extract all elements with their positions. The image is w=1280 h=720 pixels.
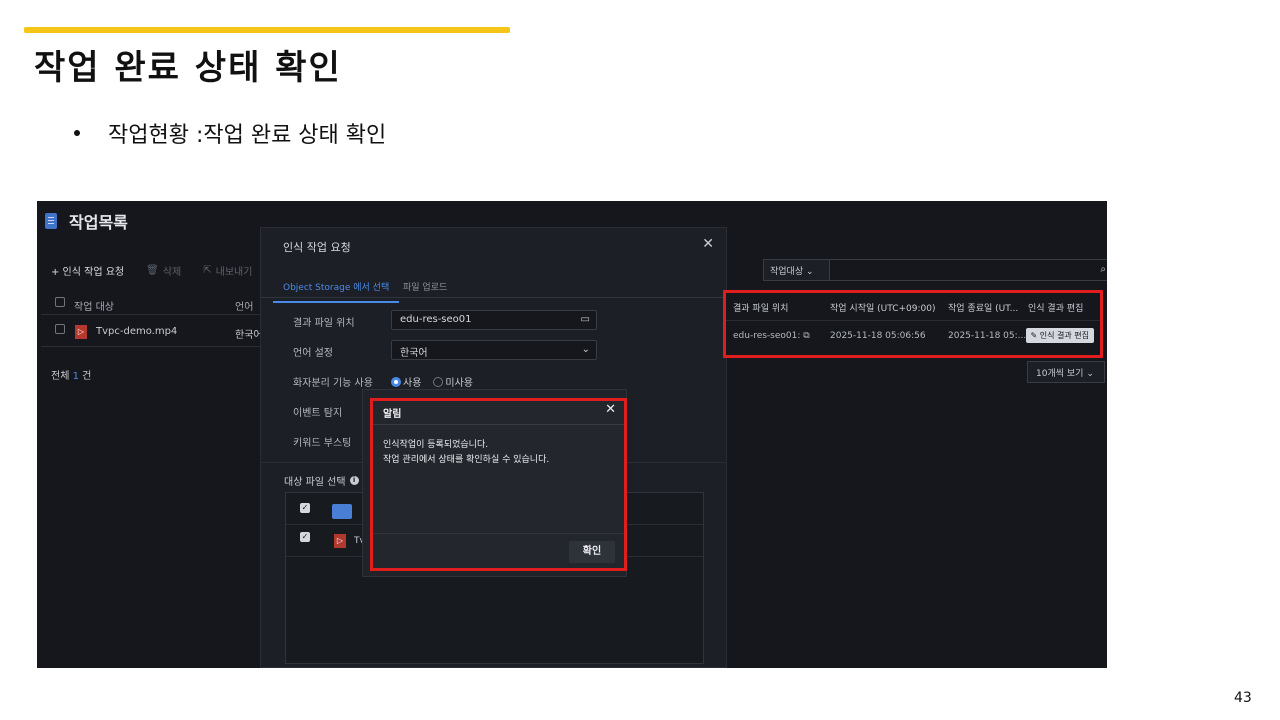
table-row[interactable]: ▷ Tvpc-demo.mp4 한국어 bbox=[41, 319, 267, 347]
result-location-label: 결과 파일 위치 bbox=[293, 318, 355, 329]
bullet-text: 작업현황 :작업 완료 상태 확인 bbox=[108, 123, 387, 148]
confirm-button[interactable]: 확인 bbox=[569, 541, 615, 563]
alert-title: 알림 bbox=[383, 409, 402, 420]
export-icon: ⇱ bbox=[203, 265, 212, 276]
search-scope-value: 작업대상 bbox=[770, 267, 804, 277]
close-icon[interactable]: ✕ bbox=[605, 402, 616, 417]
column-header-end-date: 작업 종료일 (UT... bbox=[948, 304, 1019, 314]
language-value: 한국어 bbox=[400, 348, 428, 359]
alert-message-line1: 인식작업이 등록되었습니다. bbox=[383, 440, 489, 450]
page-title-group: 작업목록 bbox=[45, 209, 128, 233]
table-row[interactable]: edu-res-seo01: ⧉ 2025-11-18 05:06:56 202… bbox=[726, 323, 1100, 351]
pencil-icon: ✎ bbox=[1030, 331, 1038, 340]
column-header-start-date: 작업 시작일 (UTC+09:00) bbox=[830, 304, 936, 314]
slide-title: 작업 완료 상태 확인 bbox=[34, 48, 342, 88]
bullet-dot-icon bbox=[74, 130, 80, 136]
export-label: 내보내기 bbox=[215, 267, 253, 278]
tab-file-upload[interactable]: 파일 업로드 bbox=[403, 280, 447, 293]
page-number: 43 bbox=[1234, 690, 1252, 706]
delete-label: 삭제 bbox=[162, 267, 182, 278]
checkbox-checked-icon[interactable]: ✓ bbox=[300, 532, 310, 542]
alert-header: 알림 ✕ bbox=[373, 401, 624, 425]
chevron-down-icon: ⌄ bbox=[581, 344, 590, 355]
video-file-icon: ▷ bbox=[334, 534, 346, 548]
diarization-radio-group: 사용 미사용 bbox=[391, 374, 473, 389]
total-number: 1 bbox=[72, 371, 79, 382]
total-suffix: 건 bbox=[82, 371, 92, 382]
keyword-boosting-label: 키워드 부스팅 bbox=[293, 438, 352, 449]
radio-off-icon bbox=[433, 377, 444, 387]
request-panel-title: 인식 작업 요청 bbox=[283, 241, 351, 254]
row-end-date: 2025-11-18 05:... bbox=[948, 331, 1027, 341]
chevron-down-icon: ⌄ bbox=[1086, 369, 1094, 379]
language-label: 언어 설정 bbox=[293, 348, 333, 359]
left-table-header: 작업 대상 언어 bbox=[41, 293, 267, 315]
search-input[interactable]: ⌕ bbox=[829, 259, 1107, 281]
radio-use[interactable]: 사용 bbox=[391, 374, 421, 389]
edit-result-button[interactable]: ✎ 인식 결과 편집 bbox=[1025, 328, 1094, 343]
close-icon[interactable]: ✕ bbox=[702, 236, 714, 252]
row-result-location-text: edu-res-seo01: bbox=[733, 331, 801, 341]
column-header-result-location: 결과 파일 위치 bbox=[733, 304, 789, 314]
alert-footer: 확인 bbox=[373, 533, 624, 569]
alert-message: 인식작업이 등록되었습니다. 작업 관리에서 상태를 확인하실 수 있습니다. bbox=[383, 438, 549, 468]
alert-dialog: 알림 ✕ 인식작업이 등록되었습니다. 작업 관리에서 상태를 확인하실 수 있… bbox=[370, 398, 627, 571]
radio-on-icon bbox=[391, 377, 401, 387]
total-prefix: 전체 bbox=[51, 371, 70, 382]
total-count: 전체 1 건 bbox=[51, 367, 91, 382]
page-size-select[interactable]: 10개씩 보기 ⌄ bbox=[1027, 361, 1105, 383]
checkbox-checked-icon[interactable]: ✓ bbox=[300, 503, 310, 513]
diarization-label: 화자분리 기능 사용 bbox=[293, 378, 373, 389]
accent-bar bbox=[24, 27, 510, 33]
left-toolbar: + 인식 작업 요청 🗑 삭제 ⇱ 내보내기 bbox=[51, 263, 252, 278]
result-location-field[interactable]: edu-res-seo01 ▭ bbox=[391, 310, 597, 330]
radio-use-label: 사용 bbox=[403, 378, 422, 389]
document-list-icon bbox=[45, 213, 57, 229]
column-header-target: 작업 대상 bbox=[74, 302, 114, 313]
row-checkbox[interactable] bbox=[55, 324, 65, 334]
video-file-icon: ▷ bbox=[75, 325, 87, 339]
page-size-value: 10개씩 보기 bbox=[1036, 369, 1084, 379]
trash-icon: 🗑 bbox=[146, 265, 159, 276]
search-icon[interactable]: ⌕ bbox=[1100, 264, 1106, 275]
row-result-location[interactable]: edu-res-seo01: ⧉ bbox=[733, 331, 810, 341]
info-icon[interactable]: i bbox=[349, 476, 359, 485]
file-select-title: 대상 파일 선택 i bbox=[284, 473, 359, 488]
column-header-edit: 인식 결과 편집 bbox=[1028, 304, 1084, 314]
alert-message-line2: 작업 관리에서 상태를 확인하실 수 있습니다. bbox=[383, 455, 550, 465]
external-link-icon[interactable]: ⧉ bbox=[803, 331, 809, 341]
result-table-header: 결과 파일 위치 작업 시작일 (UTC+09:00) 작업 종료일 (UT..… bbox=[726, 293, 1100, 321]
event-detection-label: 이벤트 탐지 bbox=[293, 408, 343, 419]
select-all-checkbox[interactable] bbox=[55, 297, 65, 307]
new-request-button[interactable]: + 인식 작업 요청 bbox=[51, 263, 124, 278]
search-bar: 작업대상 ⌄ ⌕ bbox=[763, 259, 1107, 281]
export-button[interactable]: ⇱ 내보내기 bbox=[203, 263, 252, 278]
folder-icon bbox=[332, 504, 352, 519]
row-start-date: 2025-11-18 05:06:56 bbox=[830, 331, 926, 341]
edit-result-label: 인식 결과 편집 bbox=[1039, 331, 1089, 340]
delete-button[interactable]: 🗑 삭제 bbox=[146, 263, 181, 278]
app-screenshot: 작업목록 + 인식 작업 요청 🗑 삭제 ⇱ 내보내기 작업 대상 언어 ▷ Tvp… bbox=[37, 201, 1107, 668]
folder-icon[interactable]: ▭ bbox=[581, 314, 590, 325]
page-title: 작업목록 bbox=[69, 213, 128, 232]
result-location-value: edu-res-seo01 bbox=[400, 314, 472, 325]
result-table: 결과 파일 위치 작업 시작일 (UTC+09:00) 작업 종료일 (UT..… bbox=[723, 290, 1103, 358]
chevron-down-icon: ⌄ bbox=[806, 267, 814, 277]
language-select[interactable]: 한국어 ⌄ bbox=[391, 340, 597, 360]
radio-not-use-label: 미사용 bbox=[445, 378, 474, 389]
request-tabs: Object Storage 에서 선택 파일 업로드 bbox=[261, 272, 726, 303]
search-scope-select[interactable]: 작업대상 ⌄ bbox=[763, 259, 831, 281]
tab-object-storage[interactable]: Object Storage 에서 선택 bbox=[272, 280, 400, 303]
radio-not-use[interactable]: 미사용 bbox=[433, 374, 473, 389]
row-file-name: Tvpc-demo.mp4 bbox=[96, 326, 178, 337]
column-header-language[interactable]: 언어 bbox=[235, 298, 253, 313]
file-select-label: 대상 파일 선택 bbox=[284, 477, 346, 488]
row-language: 한국어 bbox=[235, 330, 263, 341]
bullet-item: 작업현황 :작업 완료 상태 확인 bbox=[74, 117, 386, 149]
